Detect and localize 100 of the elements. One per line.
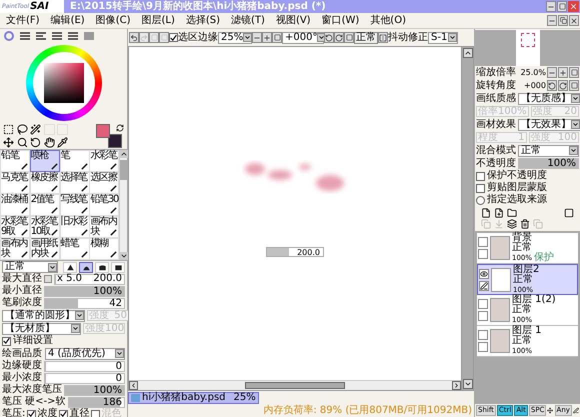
close-button[interactable] bbox=[568, 1, 579, 12]
scrollbar-thumb[interactable] bbox=[120, 160, 127, 180]
reset-rotation-button[interactable] bbox=[344, 32, 354, 43]
edit-toggle[interactable] bbox=[478, 342, 488, 352]
zoom-in-button[interactable] bbox=[558, 67, 568, 78]
visibility-toggle[interactable] bbox=[478, 237, 488, 247]
folder-icon[interactable] bbox=[507, 208, 517, 218]
minimize-button[interactable] bbox=[546, 1, 556, 12]
edit-toggle[interactable] bbox=[479, 280, 489, 290]
slider[interactable]: 100% bbox=[64, 384, 125, 396]
normal-view-button[interactable]: 正常 bbox=[354, 32, 378, 44]
horizontal-scrollbar[interactable] bbox=[129, 380, 461, 390]
slider[interactable]: 0 bbox=[44, 360, 125, 372]
menu-item[interactable]: 图像(C) bbox=[96, 14, 130, 26]
mask-icon[interactable] bbox=[564, 208, 574, 218]
new-layer-icon[interactable] bbox=[481, 208, 491, 218]
slider[interactable]: 0 bbox=[44, 372, 125, 384]
rotation-dropdown[interactable]: +000° bbox=[282, 32, 324, 44]
slider[interactable]: x 5.0 200.0 bbox=[54, 274, 125, 284]
lines-icon[interactable] bbox=[35, 31, 47, 41]
tool-preset[interactable]: 写线笔 bbox=[60, 194, 90, 216]
tool-preset[interactable]: 油漆桶 bbox=[0, 194, 30, 216]
background-color-swatch[interactable] bbox=[108, 134, 122, 148]
undo-button[interactable] bbox=[129, 32, 139, 43]
checkbox[interactable] bbox=[2, 336, 11, 346]
tool-preset[interactable]: 2值笔 bbox=[30, 194, 60, 216]
tool-preset[interactable]: 画布内块 bbox=[0, 238, 30, 260]
edit-toggle[interactable] bbox=[478, 249, 488, 259]
rotate-icon[interactable] bbox=[30, 137, 42, 148]
rotate-right-button[interactable] bbox=[334, 32, 344, 43]
zoom-out-button[interactable] bbox=[252, 32, 262, 43]
tool-preset[interactable]: 橡皮擦 bbox=[30, 172, 60, 194]
tool-preset[interactable]: 水彩笔9取 bbox=[0, 216, 30, 238]
slider-bars-icon[interactable] bbox=[19, 31, 31, 41]
hand-icon[interactable] bbox=[44, 137, 55, 148]
minimize-button[interactable] bbox=[547, 15, 557, 26]
rotate-left-button[interactable] bbox=[324, 32, 334, 43]
maximize-button[interactable] bbox=[557, 1, 567, 12]
tool-preset[interactable]: 铅笔30 bbox=[89, 194, 120, 216]
zoom-out-button[interactable] bbox=[547, 67, 557, 78]
scrollbar-thumb[interactable] bbox=[245, 382, 345, 389]
menu-item[interactable]: 窗口(W) bbox=[322, 14, 360, 26]
swap-icon[interactable] bbox=[116, 124, 124, 132]
dropdown[interactable]: 4 (品质优先) bbox=[45, 348, 125, 360]
tool-preset[interactable]: 画布内块 bbox=[89, 216, 120, 238]
scroll-up-icon[interactable] bbox=[120, 150, 128, 158]
menu-item[interactable]: 文件(F) bbox=[6, 14, 40, 26]
tool-preset[interactable]: 喷枪 bbox=[30, 150, 60, 172]
visibility-toggle[interactable] bbox=[478, 330, 488, 340]
slider[interactable]: 42 bbox=[44, 298, 125, 308]
tool-preset[interactable]: 铅笔 bbox=[0, 150, 30, 172]
foreground-color-swatch[interactable] bbox=[96, 124, 110, 138]
document-tab[interactable]: hi小猪猪baby.psd 25% bbox=[128, 392, 259, 404]
scroll-right-icon[interactable] bbox=[452, 381, 461, 390]
zoom-in-button[interactable] bbox=[262, 32, 272, 43]
checkbox[interactable] bbox=[476, 172, 485, 180]
tool-preset[interactable]: 旧水彩 bbox=[60, 216, 90, 238]
scroll-down-icon[interactable] bbox=[120, 252, 128, 260]
visibility-toggle[interactable] bbox=[479, 268, 489, 278]
restore-button[interactable] bbox=[558, 15, 568, 26]
merge-icon[interactable] bbox=[507, 219, 517, 229]
menu-item[interactable]: 滤镜(T) bbox=[231, 14, 265, 26]
move-icon[interactable] bbox=[3, 137, 14, 148]
flip-button[interactable] bbox=[378, 32, 388, 43]
checkbox[interactable] bbox=[27, 410, 36, 417]
scroll-left-icon[interactable] bbox=[129, 381, 138, 390]
slider[interactable]: 100% bbox=[518, 158, 579, 169]
visibility-toggle[interactable] bbox=[478, 299, 488, 309]
rotate-right-button[interactable] bbox=[558, 80, 568, 91]
checkbox[interactable] bbox=[476, 184, 485, 192]
menu-item[interactable]: 图层(L) bbox=[141, 14, 175, 26]
toggle-button[interactable] bbox=[44, 275, 52, 283]
new-linked-layer-icon[interactable] bbox=[494, 208, 504, 218]
size-slider[interactable]: 200.0 bbox=[266, 247, 324, 257]
selection-icon[interactable] bbox=[3, 124, 14, 135]
delete-icon[interactable] bbox=[520, 219, 530, 229]
zoom-icon[interactable] bbox=[16, 137, 28, 148]
close-button[interactable] bbox=[569, 15, 579, 26]
fit-button[interactable] bbox=[569, 67, 579, 78]
fit-button[interactable] bbox=[272, 32, 282, 43]
tool-preset[interactable]: 水彩笔 bbox=[89, 150, 120, 172]
tool-preset[interactable]: 蜡笔 bbox=[60, 238, 90, 260]
brush-tip-button[interactable] bbox=[79, 262, 93, 272]
tool-preset[interactable]: 画用纸内块 bbox=[30, 238, 60, 260]
menu-item[interactable]: 其他(O) bbox=[370, 14, 406, 26]
tool-preset[interactable]: 马克笔 bbox=[0, 172, 30, 194]
radio-button[interactable] bbox=[476, 196, 485, 204]
rotate-left-button[interactable] bbox=[547, 80, 557, 91]
zoom-dropdown[interactable]: 25% bbox=[218, 32, 252, 44]
stabilizer-dropdown[interactable]: S-1 bbox=[428, 32, 458, 44]
menu-item[interactable]: 编辑(E) bbox=[50, 14, 85, 26]
slider[interactable]: 100% bbox=[44, 286, 125, 296]
tool-preset[interactable]: 模糊 bbox=[89, 238, 120, 260]
reset-rotation-button[interactable] bbox=[569, 80, 579, 91]
tool-preset[interactable]: 水彩笔10取 bbox=[30, 216, 60, 238]
eyedropper-icon[interactable] bbox=[57, 137, 68, 148]
dropdown[interactable]: 正常 bbox=[2, 261, 58, 273]
magic-wand-icon[interactable] bbox=[30, 124, 42, 135]
tool-preset[interactable]: 选区擦 bbox=[89, 172, 120, 194]
swatch-icon[interactable] bbox=[83, 31, 95, 41]
